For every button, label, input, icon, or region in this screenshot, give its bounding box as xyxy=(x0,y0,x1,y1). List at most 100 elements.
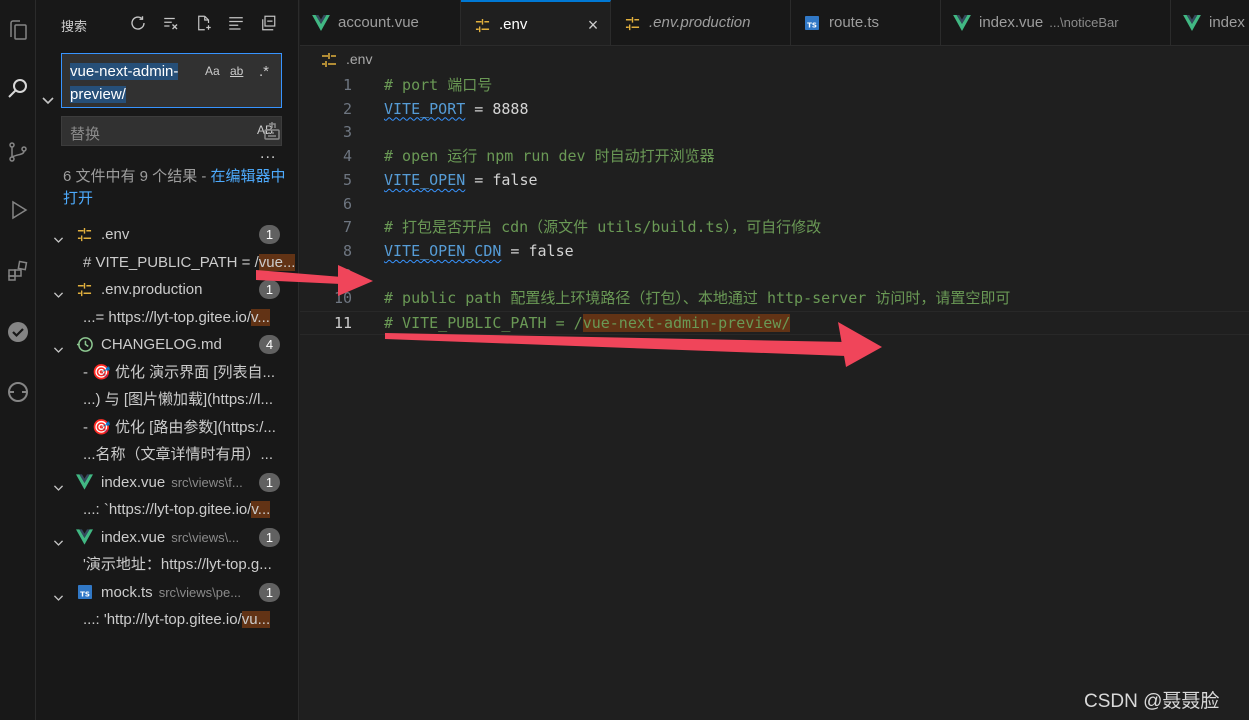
match-preview: # VITE_PUBLIC_PATH = /vue... xyxy=(83,253,296,271)
vue-icon xyxy=(76,529,93,546)
match-count-badge: 1 xyxy=(259,582,280,602)
line-number: 7 xyxy=(342,218,352,237)
extensions-icon[interactable] xyxy=(0,253,36,289)
match-preview: '演示地址：https://lyt-top.g... xyxy=(83,556,272,573)
result-match-row[interactable]: ...: 'http://lyt-top.gitee.io/vu... xyxy=(36,606,298,633)
replace-input[interactable]: 替换 AB xyxy=(61,116,282,146)
result-file-path: src\views\... xyxy=(171,529,240,545)
result-file-row[interactable]: .env 1 xyxy=(36,221,298,248)
settings-file-icon xyxy=(76,281,93,298)
code-line[interactable]: 9 xyxy=(300,264,1249,288)
chevron-down-icon[interactable] xyxy=(52,338,65,353)
match-count-badge: 1 xyxy=(259,280,280,299)
breadcrumb-file[interactable]: .env xyxy=(346,51,372,67)
code-line[interactable]: 10 # public path 配置线上环境路径（打包）、本地通过 http-s… xyxy=(300,287,1249,311)
code-line[interactable]: 3 xyxy=(300,121,1249,145)
chevron-down-icon[interactable] xyxy=(52,228,65,243)
search-input[interactable]: vue-next-admin-preview/ Aa ab .* xyxy=(61,53,282,108)
match-count-badge: 4 xyxy=(259,335,280,354)
tab-3[interactable]: TS route.ts xyxy=(791,0,941,45)
history-icon xyxy=(76,336,93,353)
match-count-badge: 1 xyxy=(259,527,280,547)
code-text: # 打包是否开启 cdn（源文件 utils/build.ts），可自行修改 xyxy=(384,218,822,237)
chevron-down-icon[interactable] xyxy=(52,586,65,601)
tab-2[interactable]: .env.production xyxy=(611,0,791,45)
match-preview: ...= https://lyt-top.gitee.io/v... xyxy=(83,308,270,326)
result-file-name: mock.ts src\views\pe... xyxy=(101,583,242,601)
line-number: 1 xyxy=(342,76,352,94)
code-line[interactable]: 6 xyxy=(300,193,1249,217)
tab-label: index.vue ...\noticeBar xyxy=(979,14,1119,31)
chevron-down-icon[interactable] xyxy=(52,283,65,298)
match-highlight: v... xyxy=(251,308,270,326)
result-match-row[interactable]: ...= https://lyt-top.gitee.io/v... xyxy=(36,304,298,331)
chevron-down-icon[interactable] xyxy=(52,531,65,546)
match-highlight: vue... xyxy=(258,253,296,271)
tab-1[interactable]: .env × xyxy=(461,0,611,45)
breadcrumb: .env xyxy=(300,47,1249,73)
result-file-row[interactable]: index.vue src\views\... 1 xyxy=(36,524,298,551)
close-icon[interactable]: × xyxy=(584,15,602,35)
code-text: # VITE_PUBLIC_PATH = /vue-next-admin-pre… xyxy=(384,314,791,332)
toggle-replace-chevron-icon[interactable] xyxy=(40,92,56,108)
replace-all-icon[interactable] xyxy=(262,121,282,141)
line-number: 6 xyxy=(342,194,352,213)
match-case-toggle[interactable]: Aa xyxy=(205,62,220,80)
run-debug-icon[interactable] xyxy=(0,192,36,228)
code-text: # port 端口号 xyxy=(384,76,493,94)
code-text: VITE_OPEN = false xyxy=(384,170,538,189)
match-highlight: vue-next-admin-preview/ xyxy=(582,314,791,332)
result-match-row[interactable]: ...名称（文章详情时有用）... xyxy=(36,441,298,468)
chevron-down-icon[interactable] xyxy=(52,476,65,491)
settings-file-icon xyxy=(623,14,641,32)
result-match-row[interactable]: '演示地址：https://lyt-top.g... xyxy=(36,551,298,578)
code-line[interactable]: 4 # open 运行 npm run dev 时自动打开浏览器 xyxy=(300,145,1249,169)
match-highlight: v... xyxy=(251,501,271,518)
replace-placeholder: 替换 xyxy=(70,126,101,143)
result-match-row[interactable]: - 🎯 优化 演示界面 [列表自... xyxy=(36,359,298,386)
result-match-row[interactable]: # VITE_PUBLIC_PATH = /vue... xyxy=(36,249,298,276)
code-line[interactable]: 7 # 打包是否开启 cdn（源文件 utils/build.ts），可自行修改 xyxy=(300,216,1249,240)
tab-4[interactable]: index.vue ...\noticeBar xyxy=(941,0,1171,45)
clear-results-icon[interactable] xyxy=(161,13,181,33)
use-regex-toggle[interactable]: .* xyxy=(259,62,269,80)
testing-icon[interactable] xyxy=(0,314,36,350)
activity-bar xyxy=(0,0,36,720)
explorer-icon[interactable] xyxy=(0,12,36,48)
editor-tab-bar: account.vue .env × .env.production TS route.t… xyxy=(300,0,1249,46)
code-line[interactable]: 5 VITE_OPEN = false xyxy=(300,169,1249,193)
result-file-row[interactable]: .env.production 1 xyxy=(36,276,298,303)
match-preview: - 🎯 优化 [路由参数](https:/... xyxy=(83,418,276,436)
remote-explorer-icon[interactable] xyxy=(0,374,36,410)
result-file-name: CHANGELOG.md xyxy=(101,336,222,353)
refresh-icon[interactable] xyxy=(128,13,148,33)
match-whole-word-toggle[interactable]: ab xyxy=(230,62,243,80)
collapse-all-icon[interactable] xyxy=(258,13,278,33)
match-preview: ...: `https://lyt-top.gitee.io/v... xyxy=(83,501,271,518)
result-file-name: .env xyxy=(101,226,130,243)
result-match-row[interactable]: ...: `https://lyt-top.gitee.io/v... xyxy=(36,496,298,523)
sidebar-title: 搜索 xyxy=(61,19,88,34)
code-editor[interactable]: 1 # port 端口号 2 VITE_PORT = 8888 3 4 # open 运行 … xyxy=(300,73,1249,720)
tab-0[interactable]: account.vue xyxy=(300,0,461,45)
code-line[interactable]: 2 VITE_PORT = 8888 xyxy=(300,98,1249,122)
code-line[interactable]: 1 # port 端口号 xyxy=(300,74,1249,98)
view-as-list-icon[interactable] xyxy=(226,13,246,33)
result-match-row[interactable]: - 🎯 优化 [路由参数](https:/... xyxy=(36,414,298,441)
code-line[interactable]: 8 VITE_OPEN_CDN = false xyxy=(300,240,1249,264)
result-file-row[interactable]: CHANGELOG.md 4 xyxy=(36,331,298,358)
settings-file-icon xyxy=(473,16,491,34)
vue-icon xyxy=(953,14,971,32)
result-file-row[interactable]: index.vue src\views\f... 1 xyxy=(36,469,298,496)
match-preview: - 🎯 优化 演示界面 [列表自... xyxy=(83,363,276,381)
result-file-row[interactable]: TS mock.ts src\views\pe... 1 xyxy=(36,579,298,606)
toggle-search-details[interactable]: ... xyxy=(260,145,276,163)
new-search-editor-icon[interactable] xyxy=(194,13,214,33)
code-line[interactable]: 11 # VITE_PUBLIC_PATH = /vue-next-admin-p… xyxy=(300,311,1249,335)
search-icon[interactable] xyxy=(0,70,36,106)
tab-description: ...\noticeBar xyxy=(1049,15,1119,30)
result-match-row[interactable]: ...) 与 [图片懒加载](https://l... xyxy=(36,386,298,413)
source-control-icon[interactable] xyxy=(0,134,36,170)
result-file-name: index.vue src\views\f... xyxy=(101,473,243,491)
tab-5[interactable]: index xyxy=(1171,0,1249,45)
